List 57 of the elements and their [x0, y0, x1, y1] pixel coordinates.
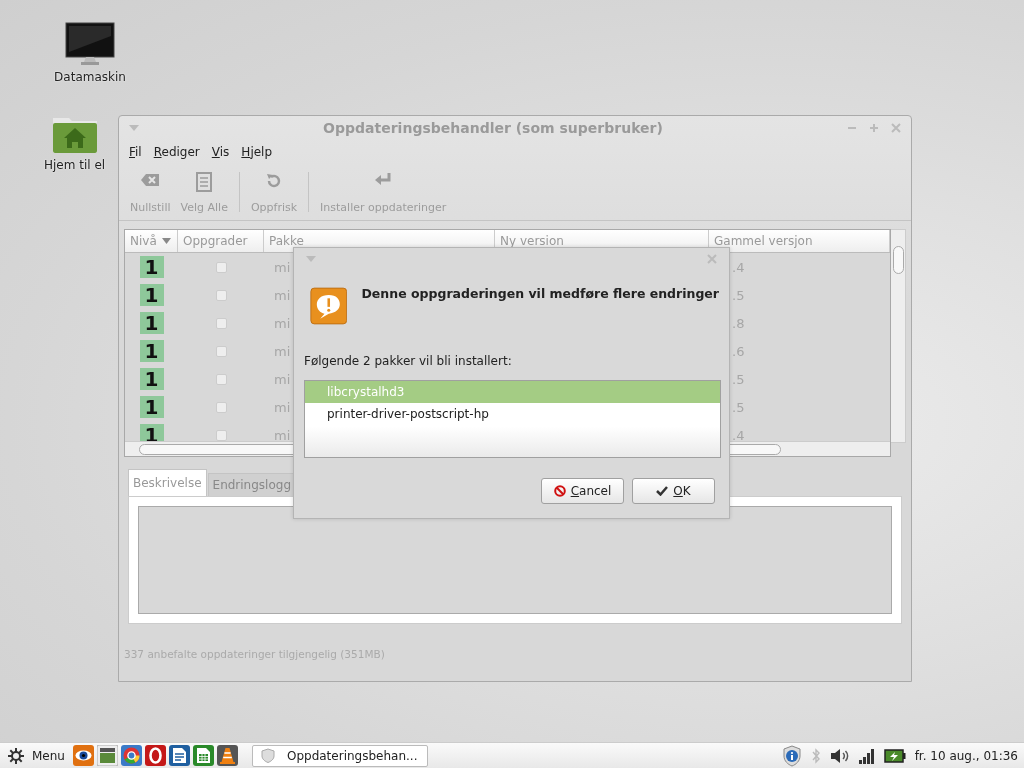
desktop-icon-label[interactable]: Hjem til el [44, 158, 106, 172]
dialog-heading: Denne oppgraderingen vil medføre flere endringer [361, 286, 719, 301]
package-item[interactable]: printer-driver-postscript-hp [305, 403, 720, 425]
cancel-icon [553, 485, 566, 497]
level-badge: 1 [139, 396, 164, 418]
window-menu-icon[interactable] [306, 256, 316, 262]
dialog-message: Følgende 2 pakker vil bli installert: [304, 354, 513, 368]
upgrade-checkbox[interactable] [215, 289, 227, 301]
shield-info-icon[interactable] [781, 744, 802, 767]
list-icon [196, 172, 213, 192]
sort-arrow-icon [161, 238, 171, 244]
ok-button[interactable]: OK [632, 478, 715, 504]
window-title: Oppdateringsbehandler (som superbruker) [322, 120, 664, 136]
level-badge: 1 [139, 256, 164, 278]
upgrade-checkbox[interactable] [215, 345, 227, 357]
monitor-icon[interactable] [65, 22, 115, 66]
signal-icon[interactable] [858, 747, 875, 764]
clear-icon [140, 172, 161, 188]
close-icon[interactable] [707, 254, 717, 264]
close-icon[interactable] [891, 123, 901, 133]
menu-item[interactable]: Fil [129, 145, 142, 159]
warning-bubble-icon [310, 284, 348, 328]
menu-item[interactable]: Hjelp [241, 145, 273, 159]
menu-button[interactable]: Menu [0, 747, 71, 764]
checkmark-icon [656, 486, 669, 496]
window-menu-icon[interactable] [129, 125, 139, 131]
upgrade-checkbox[interactable] [215, 373, 227, 385]
level-badge: 1 [139, 312, 164, 334]
eye-icon[interactable] [72, 745, 94, 766]
taskbar-window-button[interactable]: Oppdateringsbehan... [251, 744, 428, 767]
terminal-icon[interactable] [96, 745, 118, 766]
menu-item[interactable]: Vis [211, 145, 230, 159]
battery-charging-icon[interactable] [883, 748, 906, 763]
return-arrow-icon [374, 172, 393, 186]
maximize-icon[interactable] [869, 123, 879, 133]
level-badge: 1 [139, 368, 164, 390]
shield-icon [260, 748, 275, 763]
cancel-button[interactable]: Cancel [541, 478, 624, 504]
vertical-scrollbar[interactable] [891, 229, 906, 443]
refresh-icon [265, 172, 283, 190]
desktop-icon-label[interactable]: Datamaskin [54, 70, 126, 84]
level-badge: 1 [139, 284, 164, 306]
upgrade-checkbox[interactable] [215, 429, 227, 441]
spreadsheet-icon[interactable] [192, 745, 214, 766]
upgrade-checkbox[interactable] [215, 401, 227, 413]
traffic-cone-icon[interactable] [216, 745, 238, 766]
browser-icon[interactable] [120, 745, 142, 766]
level-badge: 1 [139, 340, 164, 362]
document-icon[interactable] [168, 745, 190, 766]
opera-icon[interactable] [144, 745, 166, 766]
upgrade-checkbox[interactable] [215, 317, 227, 329]
menu-item[interactable]: Rediger [153, 145, 200, 159]
clock[interactable]: fr. 10 aug., 01:36 [914, 748, 1018, 763]
bluetooth-icon[interactable] [810, 747, 821, 764]
gear-icon [8, 747, 24, 764]
upgrade-checkbox[interactable] [215, 261, 227, 273]
volume-icon[interactable] [829, 747, 850, 764]
